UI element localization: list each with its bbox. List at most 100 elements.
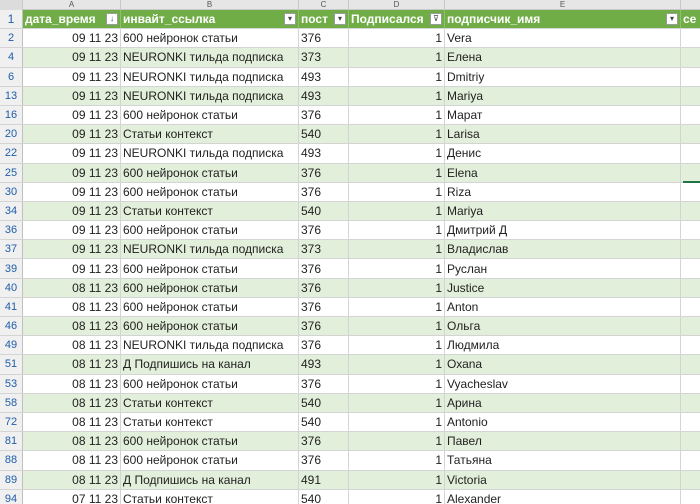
row-number[interactable]: 81 (0, 432, 23, 451)
cell-subscriber-name[interactable]: Mariya (445, 86, 681, 105)
cell-empty[interactable] (681, 125, 700, 144)
cell-date[interactable]: 08 11 23 (23, 278, 121, 297)
cell-subscribed[interactable]: 1 (349, 125, 445, 144)
cell-date[interactable]: 08 11 23 (23, 393, 121, 412)
cell-subscriber-name[interactable]: Vyacheslav (445, 374, 681, 393)
cell-date[interactable]: 09 11 23 (23, 201, 121, 221)
row-number[interactable]: 58 (0, 393, 23, 412)
cell-subscribed[interactable]: 1 (349, 317, 445, 336)
cell-post[interactable]: 493 (299, 144, 349, 163)
row-number[interactable]: 4 (0, 48, 23, 67)
cell-subscribed[interactable]: 1 (349, 393, 445, 412)
cell-empty[interactable] (681, 375, 700, 393)
cell-date[interactable]: 09 11 23 (23, 163, 121, 182)
cell-empty[interactable] (681, 48, 700, 67)
cell-empty[interactable] (681, 163, 700, 182)
cell-post[interactable]: 376 (299, 105, 349, 125)
cell-subscribed[interactable]: 1 (349, 201, 445, 221)
cell-subscriber-name[interactable]: Руслан (445, 259, 681, 278)
cell-empty[interactable] (681, 355, 700, 374)
cell-post[interactable]: 540 (299, 489, 349, 504)
cell-empty[interactable] (681, 106, 700, 124)
cell-post[interactable]: 540 (299, 412, 349, 432)
cell-date[interactable]: 08 11 23 (23, 317, 121, 336)
cell-empty[interactable] (681, 259, 700, 277)
cell-subscriber-name[interactable]: Riza (445, 182, 681, 201)
row-number[interactable]: 22 (0, 144, 23, 163)
header-cell-date[interactable]: дата_время ↓ (23, 10, 121, 29)
cell-subscriber-name[interactable]: Владислав (445, 240, 681, 259)
cell-subscribed[interactable]: 1 (349, 240, 445, 259)
cell-subscriber-name[interactable]: Денис (445, 144, 681, 163)
row-number[interactable]: 94 (0, 489, 23, 504)
cell-invite-link[interactable]: 600 нейронок статьи (121, 221, 299, 240)
cell-date[interactable]: 08 11 23 (23, 432, 121, 451)
cell-date[interactable]: 08 11 23 (23, 412, 121, 432)
cell-date[interactable]: 09 11 23 (23, 144, 121, 163)
cell-date[interactable]: 09 11 23 (23, 259, 121, 278)
row-number[interactable]: 37 (0, 240, 23, 259)
cell-empty[interactable] (681, 278, 700, 297)
row-number[interactable]: 2 (0, 29, 23, 48)
row-number[interactable]: 36 (0, 221, 23, 240)
cell-date[interactable]: 09 11 23 (23, 48, 121, 67)
cell-date[interactable]: 09 11 23 (23, 67, 121, 86)
column-header-a[interactable]: A (23, 0, 121, 10)
row-number[interactable]: 88 (0, 451, 23, 470)
cell-invite-link[interactable]: 600 нейронок статьи (121, 29, 299, 48)
cell-post[interactable]: 376 (299, 182, 349, 201)
cell-date[interactable]: 08 11 23 (23, 470, 121, 489)
cell-post[interactable]: 540 (299, 125, 349, 144)
cell-subscriber-name[interactable]: Antonio (445, 412, 681, 432)
cell-subscribed[interactable]: 1 (349, 374, 445, 393)
cell-invite-link[interactable]: 600 нейронок статьи (121, 259, 299, 278)
cell-date[interactable]: 07 11 23 (23, 489, 121, 504)
cell-invite-link[interactable]: 600 нейронок статьи (121, 317, 299, 336)
dropdown-filter-icon[interactable]: ▾ (334, 13, 346, 26)
sort-descending-filter-icon[interactable]: ↓ (106, 13, 118, 26)
row-number[interactable]: 34 (0, 201, 23, 221)
column-header-d[interactable]: D (349, 0, 445, 10)
row-number[interactable]: 72 (0, 412, 23, 432)
cell-subscribed[interactable]: 1 (349, 144, 445, 163)
cell-invite-link[interactable]: Д Подпишись на канал (121, 470, 299, 489)
cell-post[interactable]: 493 (299, 67, 349, 86)
cell-subscriber-name[interactable]: Павел (445, 432, 681, 451)
cell-date[interactable]: 09 11 23 (23, 29, 121, 48)
cell-subscriber-name[interactable]: Татьяна (445, 451, 681, 470)
cell-subscribed[interactable]: 1 (349, 221, 445, 240)
cell-date[interactable]: 08 11 23 (23, 355, 121, 374)
cell-subscribed[interactable]: 1 (349, 336, 445, 355)
cell-empty[interactable] (681, 86, 700, 105)
cell-date[interactable]: 08 11 23 (23, 336, 121, 355)
row-number[interactable]: 40 (0, 278, 23, 297)
cell-post[interactable]: 493 (299, 355, 349, 374)
row-number[interactable]: 13 (0, 86, 23, 105)
cell-post[interactable]: 376 (299, 432, 349, 451)
cell-subscribed[interactable]: 1 (349, 451, 445, 470)
cell-invite-link[interactable]: Статьи контекст (121, 412, 299, 432)
cell-subscribed[interactable]: 1 (349, 489, 445, 504)
cell-date[interactable]: 08 11 23 (23, 297, 121, 316)
cell-invite-link[interactable]: Статьи контекст (121, 125, 299, 144)
cell-date[interactable]: 09 11 23 (23, 221, 121, 240)
cell-invite-link[interactable]: NEURONKI тильда подписка (121, 240, 299, 259)
cell-subscriber-name[interactable]: Elena (445, 163, 681, 182)
row-number[interactable]: 49 (0, 336, 23, 355)
cell-invite-link[interactable]: Д Подпишись на канал (121, 355, 299, 374)
cell-subscriber-name[interactable]: Dmitriy (445, 67, 681, 86)
row-number[interactable]: 46 (0, 317, 23, 336)
cell-subscribed[interactable]: 1 (349, 432, 445, 451)
cell-post[interactable]: 376 (299, 297, 349, 316)
cell-subscribed[interactable]: 1 (349, 48, 445, 67)
cell-post[interactable]: 540 (299, 393, 349, 412)
column-header-c[interactable]: C (299, 0, 349, 10)
cell-post[interactable]: 376 (299, 374, 349, 393)
header-cell-subscriber-name[interactable]: подписчик_имя ▾ (445, 10, 681, 29)
cell-subscriber-name[interactable]: Ольга (445, 317, 681, 336)
active-filter-icon[interactable]: ⊽ (430, 13, 442, 26)
cell-date[interactable]: 08 11 23 (23, 451, 121, 470)
row-number[interactable]: 51 (0, 355, 23, 374)
row-number[interactable]: 30 (0, 182, 23, 201)
cell-post[interactable]: 491 (299, 470, 349, 489)
